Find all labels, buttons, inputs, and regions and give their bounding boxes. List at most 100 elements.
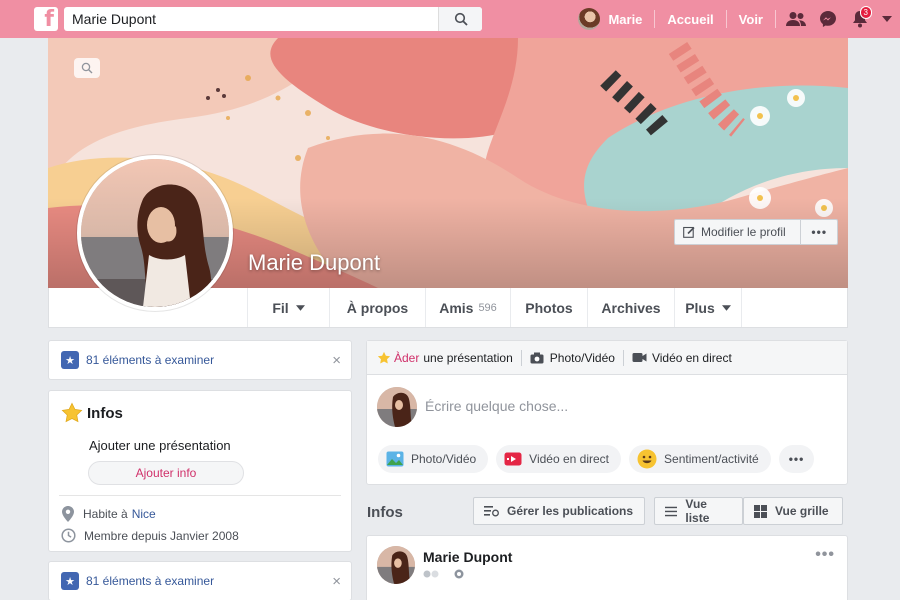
add-info-button[interactable]: Ajouter info [88,461,244,485]
avatar-image [377,387,417,427]
tab-about[interactable]: À propos [330,288,426,327]
tab-label: Amis [439,299,474,316]
post-composer: Àder une présentation Photo/Vidéo Vidéo … [366,340,848,485]
composer-tab-intro-label: une présentation [423,350,513,365]
video-camera-icon [632,353,647,362]
account-menu-button[interactable] [876,0,898,38]
composer-avatar[interactable] [377,387,417,427]
profile-picture[interactable] [77,155,233,311]
tab-friends[interactable]: Amis 596 [426,288,511,327]
member-since-text: Membre depuis Janvier 2008 [84,528,239,543]
star-icon [377,351,391,363]
post-meta [423,569,464,582]
composer-tab-photo-label: Photo/Vidéo [549,350,615,365]
settings-list-icon [484,506,499,517]
caret-down-icon [295,304,305,311]
composer-actions: Photo/Vidéo Vidéo en direct Sentiment/ac… [367,445,847,473]
facebook-logo-icon[interactable]: f [34,7,58,31]
star-badge-icon: ★ [61,572,79,590]
edit-profile-button-group: Modifier le profil ••• [674,219,838,245]
audience-icon [454,569,464,579]
composer-more-button[interactable]: ••• [778,445,815,473]
divider [59,495,341,496]
lives-in-row: Habite à Nice [61,506,156,522]
photo-icon [386,451,404,467]
feed-header: Infos Gérer les publications Vue liste V… [366,497,848,527]
composer-tab-photo[interactable]: Photo/Vidéo [522,349,623,367]
tab-archives[interactable]: Archives [588,288,675,327]
profile-more-button[interactable]: ••• [801,225,837,239]
search-input[interactable] [72,8,444,30]
nav-home-link[interactable]: Accueil [655,12,725,27]
photo-video-button[interactable]: Photo/Vidéo [378,445,489,473]
location-pin-icon [62,506,74,522]
manage-posts-button[interactable]: Gérer les publications [473,497,645,525]
messenger-icon [820,11,836,27]
composer-input[interactable]: Écrire quelque chose... [425,398,568,414]
tab-more[interactable]: Plus [675,288,742,327]
top-navigation-bar: f Marie Accueil Voir 3 [0,0,900,38]
composer-tab-live[interactable]: Vidéo en direct [624,349,740,367]
camera-icon [530,352,544,363]
post-author-avatar[interactable] [377,546,415,584]
edit-profile-button[interactable]: Modifier le profil [675,220,802,244]
infos-title: Infos [87,405,123,422]
feed-title: Infos [367,503,403,521]
live-video-button[interactable]: Vidéo en direct [496,445,622,473]
tab-label: À propos [346,299,409,316]
post-card: Marie Dupont ••• [366,535,848,600]
nav-avatar[interactable] [578,8,601,30]
tab-label: Plus [685,299,715,316]
close-icon[interactable]: × [332,352,341,369]
items-to-review-label: 81 éléments à examiner [86,353,215,367]
composer-tab-intro[interactable]: Àder une présentation [367,349,521,367]
composer-tab-live-label: Vidéo en direct [651,350,732,365]
notifications-button[interactable]: 3 [844,0,876,38]
photo-video-label: Photo/Vidéo [411,452,477,466]
profile-name[interactable]: Marie Dupont [248,250,380,276]
nav-user-name[interactable]: Marie [608,12,654,27]
post-options-button[interactable]: ••• [815,546,835,564]
profile-photo-image [81,159,229,307]
messenger-button[interactable] [812,0,844,38]
composer-tab-intro-highlight: Àder [394,350,420,365]
friend-requests-button[interactable] [780,0,812,38]
star-icon [61,402,83,423]
list-view-button[interactable]: Vue liste [654,497,743,525]
live-video-icon [504,452,522,466]
feeling-activity-label: Sentiment/activité [664,452,759,466]
friends-count: 596 [478,301,497,314]
list-view-label: Vue liste [685,497,710,525]
pencil-icon [683,226,695,238]
list-icon [665,506,678,516]
search-button[interactable] [438,7,482,31]
friends-icon [786,12,806,26]
items-to-review-label: 81 éléments à examiner [86,574,215,588]
nav-divider [775,10,776,28]
caret-down-icon [882,16,892,22]
nav-watch-link[interactable]: Voir [727,12,775,27]
tab-label: Fil [272,299,289,316]
infos-card: Infos Ajouter une présentation Ajouter i… [48,390,352,552]
search-box [64,7,482,31]
grid-view-button[interactable]: Vue grille [743,497,843,525]
grid-view-label: Vue grille [775,504,829,518]
add-intro-text: Ajouter une présentation [89,438,231,453]
items-to-review-card-2[interactable]: ★ 81 éléments à examiner × [48,561,352,600]
tab-label: Photos [525,299,573,316]
avatar-image [377,546,415,584]
caret-down-icon [721,304,731,311]
cover-zoom-button[interactable] [74,58,100,78]
city-link[interactable]: Nice [132,507,156,521]
smiley-icon [637,449,657,469]
member-since-row: Membre depuis Janvier 2008 [61,528,239,543]
post-author-name[interactable]: Marie Dupont [423,549,512,565]
close-icon[interactable]: × [332,573,341,590]
items-to-review-card[interactable]: ★ 81 éléments à examiner × [48,340,352,380]
notification-badge: 3 [859,6,872,19]
nav-right: Marie Accueil Voir 3 [578,0,900,38]
tab-timeline[interactable]: Fil [247,288,330,327]
tab-photos[interactable]: Photos [511,288,588,327]
star-badge-icon: ★ [61,351,79,369]
feeling-activity-button[interactable]: Sentiment/activité [629,445,771,473]
